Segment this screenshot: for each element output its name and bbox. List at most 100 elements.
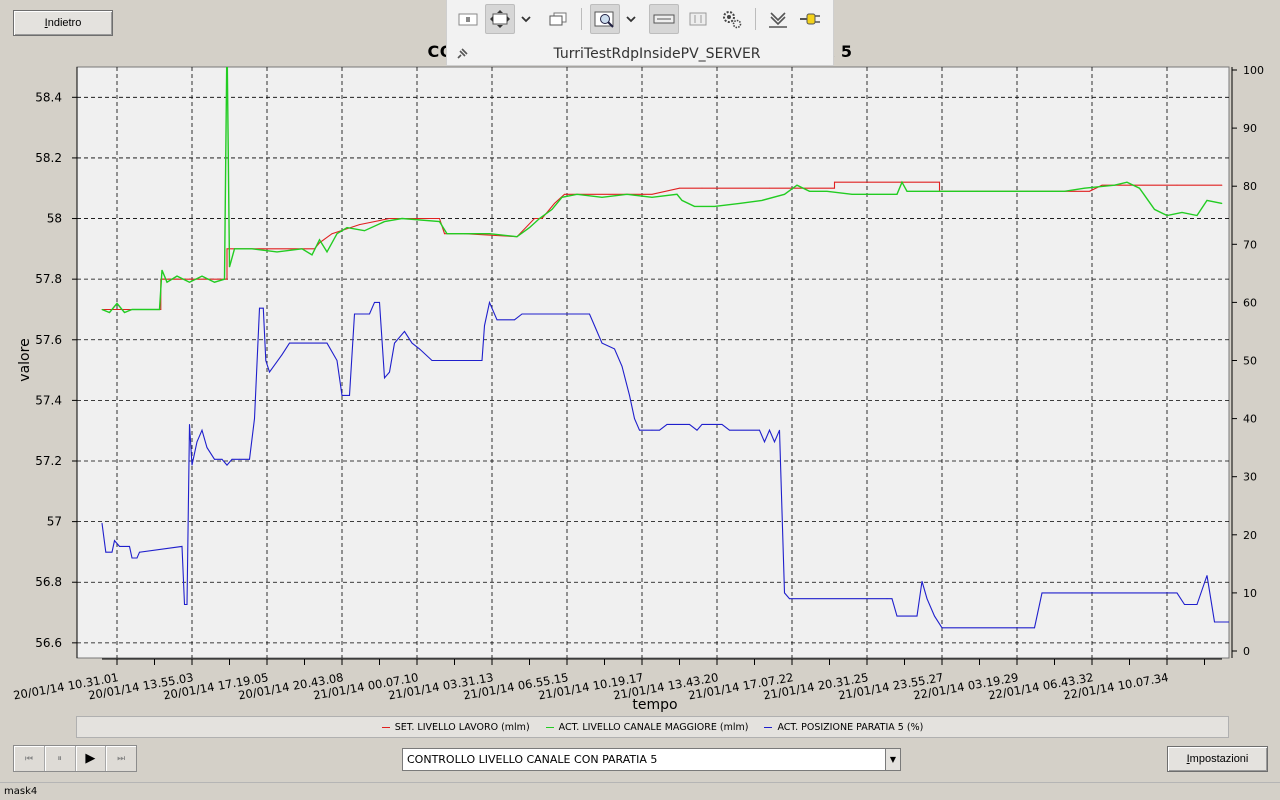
series-point-3 bbox=[289, 342, 290, 344]
download-icon[interactable] bbox=[763, 4, 793, 34]
series-point-3 bbox=[896, 615, 898, 617]
skip-first-button[interactable]: ⏮ bbox=[14, 746, 45, 771]
series-point-3 bbox=[431, 360, 433, 361]
series-point-3 bbox=[221, 458, 223, 460]
chart-area: 56.6 56.8 57 57.2 57.4 57.6 57.8 58 58.2 58.4 0 10 2… bbox=[0, 60, 1280, 720]
devices-icon[interactable] bbox=[683, 4, 713, 34]
legend-swatch bbox=[545, 726, 554, 728]
series-point-3 bbox=[634, 418, 635, 419]
y-axis-tick-label: 58 bbox=[47, 212, 62, 226]
settings-button[interactable]: Impostazioni bbox=[1167, 746, 1268, 772]
series-point-3 bbox=[729, 429, 730, 431]
series-point-3 bbox=[181, 546, 183, 547]
series-point-3 bbox=[1016, 627, 1018, 629]
series-point-3 bbox=[105, 551, 107, 553]
mask-selector-value: CONTROLLO LIVELLO CANALE CON PARATIA 5 bbox=[407, 753, 658, 766]
series-point-3 bbox=[769, 429, 770, 431]
duplicate-window-icon[interactable] bbox=[543, 4, 573, 34]
y2-axis-tick-label: 50 bbox=[1243, 355, 1257, 368]
series-point-3 bbox=[129, 546, 130, 547]
series-point-3 bbox=[214, 458, 215, 460]
series-point-2 bbox=[851, 193, 853, 195]
series-point-2 bbox=[1166, 215, 1168, 216]
series-point-1 bbox=[359, 224, 360, 226]
series-point-1 bbox=[1221, 184, 1223, 186]
play-button[interactable]: ▶ bbox=[76, 746, 107, 771]
series-point-3 bbox=[419, 348, 420, 350]
series-point-3 bbox=[1196, 604, 1198, 605]
series-point-1 bbox=[834, 187, 835, 189]
series-point-3 bbox=[514, 319, 515, 321]
series-point-3 bbox=[1206, 575, 1208, 576]
series-point-2 bbox=[761, 200, 763, 201]
series-point-3 bbox=[239, 458, 240, 460]
series-point-2 bbox=[1114, 184, 1115, 186]
series-point-2 bbox=[1026, 190, 1028, 192]
series-point-2 bbox=[976, 190, 978, 192]
series-point-2 bbox=[561, 196, 563, 198]
series-point-3 bbox=[1176, 592, 1178, 594]
series-point-3 bbox=[281, 354, 283, 356]
keyboard-icon[interactable] bbox=[649, 4, 679, 34]
chart-legend: SET. LIVELLO LAVORO (mlm) ACT. LIVELLO C… bbox=[76, 716, 1229, 738]
plot-background bbox=[76, 66, 1230, 659]
y2-axis-tick-label: 20 bbox=[1243, 529, 1257, 542]
series-point-2 bbox=[1196, 215, 1198, 216]
x-axis-title: tempo bbox=[632, 697, 677, 713]
chevron-down-icon[interactable] bbox=[517, 4, 535, 34]
y-axis-tick-label: 57.6 bbox=[35, 333, 62, 347]
series-point-2 bbox=[1221, 203, 1223, 204]
playback-controls: ⏮ ⏸ ▶ ⏭ bbox=[13, 745, 137, 772]
y-axis-tick-label: 58.2 bbox=[35, 151, 62, 165]
back-button[interactable]: Indietro bbox=[13, 10, 113, 36]
trend-chart: 56.6 56.8 57 57.2 57.4 57.6 57.8 58 58.2 58.4 0 10 2… bbox=[12, 64, 1264, 713]
chevron-down-icon[interactable] bbox=[622, 4, 640, 34]
series-point-3 bbox=[614, 348, 615, 350]
series-point-3 bbox=[1059, 592, 1060, 594]
legend-label: SET. LIVELLO LAVORO (mlm) bbox=[394, 721, 530, 733]
series-point-2 bbox=[234, 248, 235, 250]
series-point-1 bbox=[226, 248, 228, 250]
y2-axis-tick-label: 30 bbox=[1243, 471, 1257, 484]
fit-window-icon[interactable] bbox=[485, 4, 515, 34]
y-axis-title: valore bbox=[17, 338, 33, 381]
y-axis-tick-label: 58.4 bbox=[35, 90, 62, 104]
series-point-2 bbox=[809, 190, 810, 192]
series-point-1 bbox=[226, 278, 228, 280]
series-point-3 bbox=[341, 395, 343, 396]
series-point-3 bbox=[721, 424, 723, 425]
skip-last-button[interactable]: ⏭ bbox=[106, 746, 136, 771]
series-point-2 bbox=[319, 239, 320, 241]
series-point-3 bbox=[249, 458, 250, 460]
series-point-2 bbox=[1206, 200, 1208, 201]
series-point-3 bbox=[369, 313, 370, 315]
series-point-1 bbox=[769, 187, 770, 189]
disconnect-plug-icon[interactable] bbox=[795, 4, 825, 34]
chevron-down-icon[interactable]: ▼ bbox=[885, 749, 900, 770]
series-point-3 bbox=[594, 325, 595, 326]
gear-icon[interactable] bbox=[717, 4, 747, 34]
minimize-icon[interactable] bbox=[453, 4, 483, 34]
series-point-3 bbox=[254, 418, 255, 419]
y2-axis-tick-label: 80 bbox=[1243, 180, 1257, 193]
series-point-2 bbox=[676, 193, 678, 195]
series-point-3 bbox=[689, 424, 690, 425]
series-point-2 bbox=[364, 230, 365, 232]
series-point-2 bbox=[224, 278, 225, 280]
y-axis-tick-label: 57.4 bbox=[35, 393, 62, 407]
zoom-icon[interactable] bbox=[590, 4, 620, 34]
series-point-2 bbox=[161, 269, 163, 271]
legend-swatch bbox=[764, 726, 773, 728]
pause-button[interactable]: ⏸ bbox=[45, 746, 76, 771]
series-point-2 bbox=[116, 303, 118, 304]
series-point-3 bbox=[439, 360, 440, 361]
series-point-3 bbox=[1041, 592, 1043, 594]
series-point-2 bbox=[626, 193, 628, 195]
series-point-2 bbox=[1139, 187, 1140, 189]
series-point-3 bbox=[696, 429, 698, 431]
series-point-3 bbox=[379, 302, 380, 303]
series-point-3 bbox=[186, 604, 188, 605]
mask-selector[interactable]: CONTROLLO LIVELLO CANALE CON PARATIA 5 ▼ bbox=[402, 748, 901, 771]
y-axis-tick-label: 56.8 bbox=[35, 575, 62, 589]
series-point-2 bbox=[124, 312, 125, 313]
